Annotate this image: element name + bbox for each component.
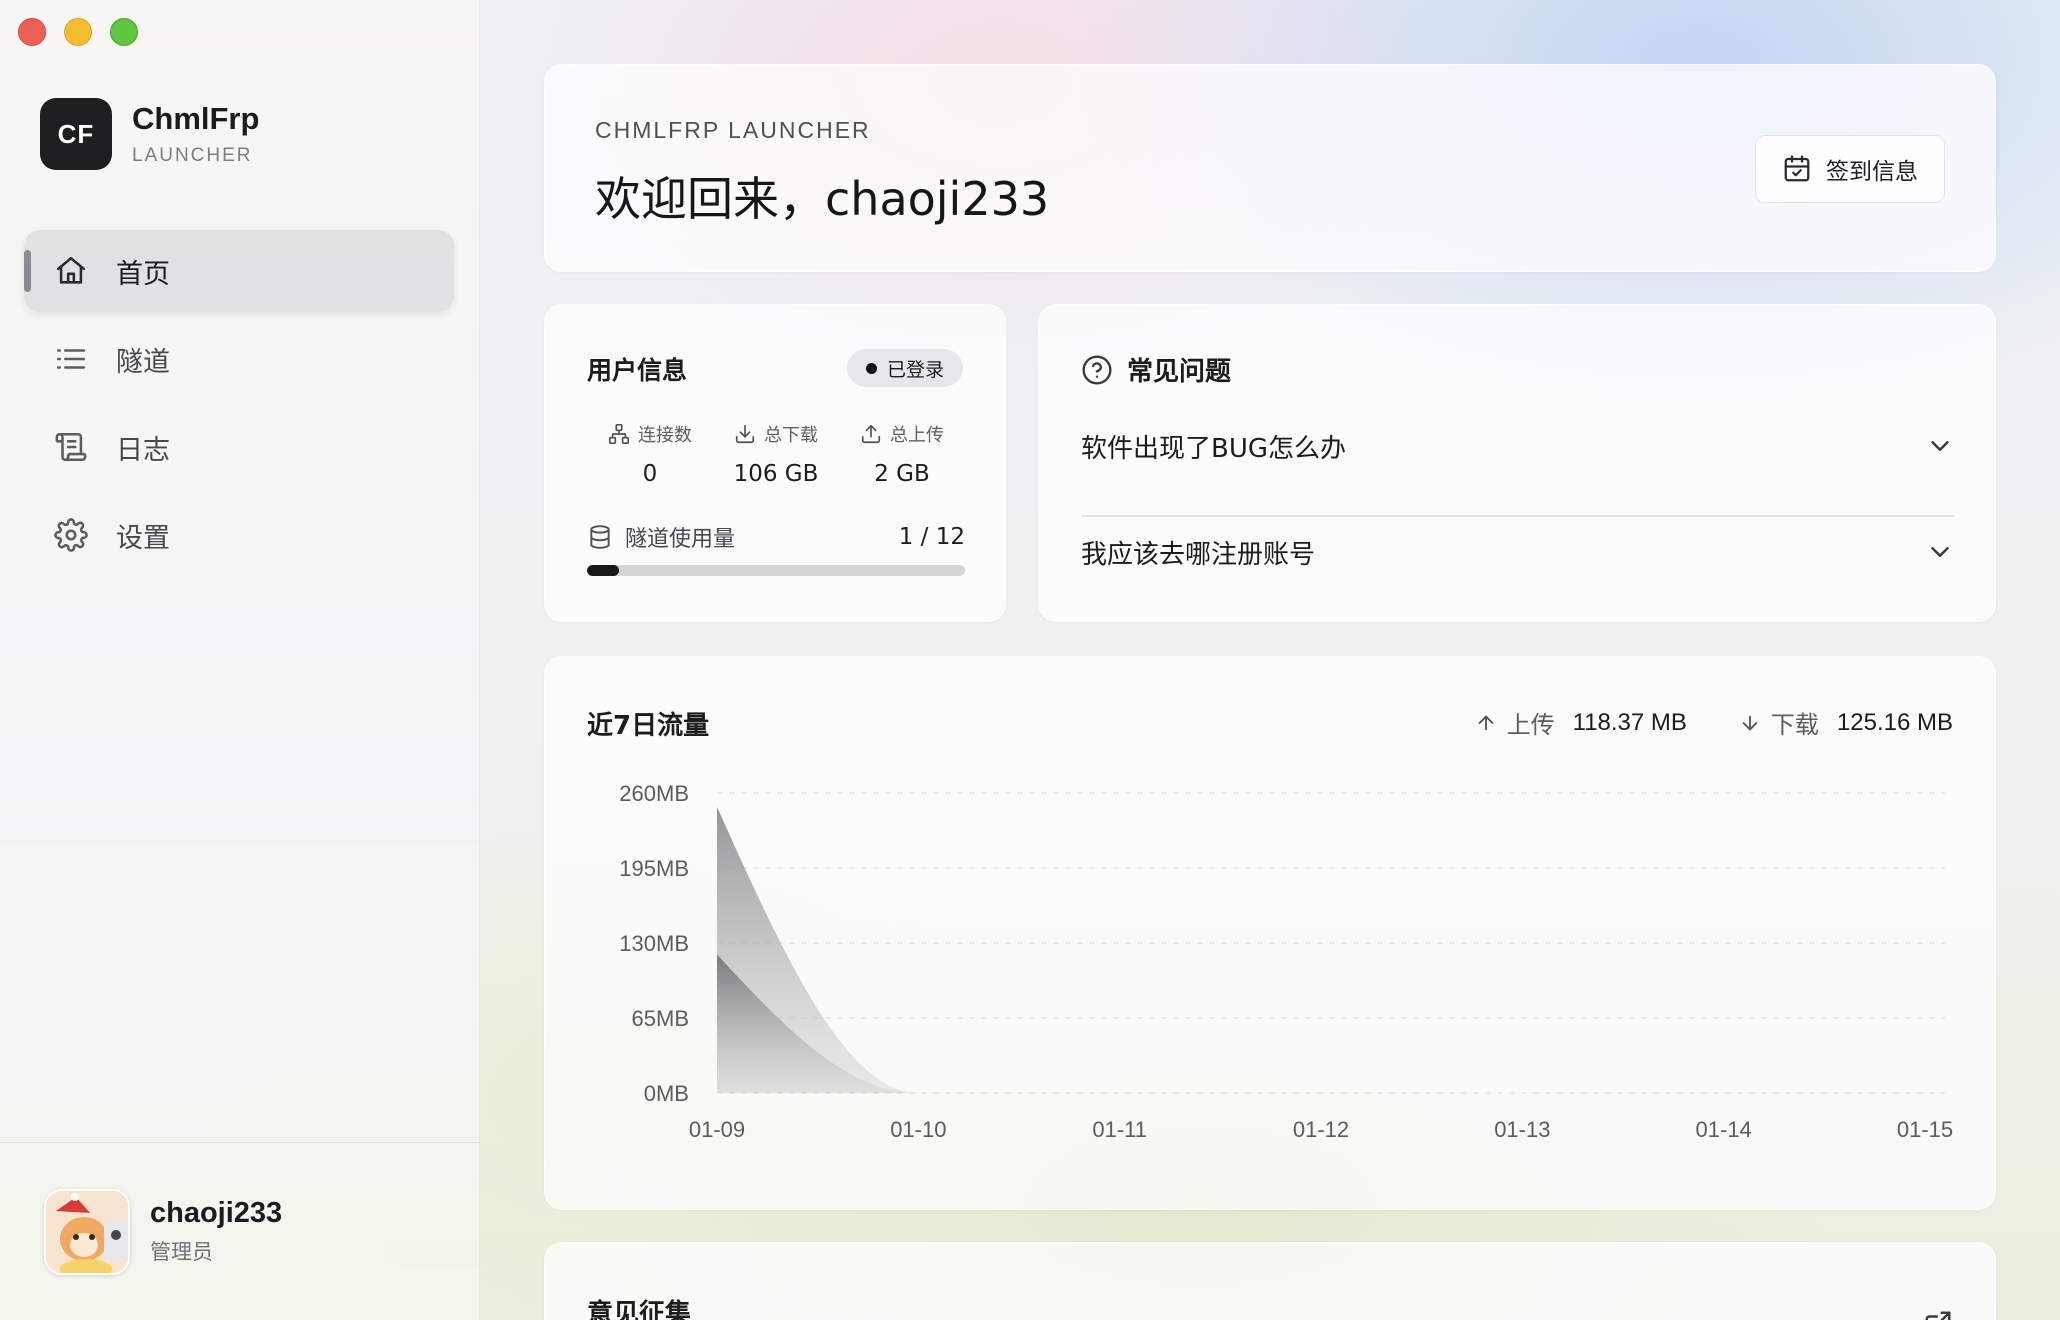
- scroll-icon: [55, 432, 87, 462]
- x-tick-label: 01-11: [1092, 1117, 1147, 1142]
- tunnel-usage: 隧道使用量 1 / 12: [587, 521, 965, 553]
- stat-value: 0: [642, 461, 658, 487]
- faq-question: 软件出现了BUG怎么办: [1081, 433, 1347, 464]
- feedback-title: 意见征集: [587, 1299, 692, 1320]
- user-role: 管理员: [150, 1240, 213, 1264]
- tunnel-usage-value: 1 / 12: [898, 524, 965, 550]
- avatar-image: [46, 1190, 128, 1273]
- calendar-check-icon: [1784, 155, 1810, 182]
- upload-label: 上传: [1506, 711, 1555, 739]
- minimize-window-button[interactable]: [64, 18, 92, 46]
- traffic-area-series-0: [717, 806, 1925, 1093]
- gear-icon: [54, 518, 88, 552]
- sidebar-item-label: 首页: [116, 258, 170, 290]
- stat-connections: 连接数 0: [587, 421, 713, 487]
- x-tick-label: 01-10: [890, 1117, 946, 1142]
- avatar: [44, 1188, 130, 1275]
- y-tick-label: 195MB: [619, 856, 689, 881]
- x-tick-label: 01-14: [1696, 1117, 1752, 1142]
- faq-question: 我应该去哪注册账号: [1081, 539, 1316, 570]
- page-title: 欢迎回来，chaoji233: [595, 172, 1050, 226]
- traffic-card: 近7日流量 上传 118.37 MB 下载 125.16 MB 0MB 65MB…: [544, 656, 1996, 1210]
- network-icon: [609, 424, 629, 444]
- zoom-window-button[interactable]: [110, 18, 138, 46]
- arrow-down-icon: [1742, 715, 1758, 730]
- home-icon: [56, 256, 86, 284]
- faq-title-text: 常见问题: [1127, 357, 1232, 387]
- upload-total: 上传 118.37 MB: [1475, 705, 1687, 740]
- window-controls: [18, 18, 138, 46]
- traffic-title: 近7日流量: [587, 711, 710, 741]
- status-badge: 已登录: [847, 349, 963, 387]
- download-icon: [735, 424, 755, 444]
- stat-label: 总下载: [764, 425, 818, 446]
- x-tick-label: 01-09: [689, 1117, 745, 1142]
- upload-value: 118.37 MB: [1572, 708, 1687, 736]
- brand: CF ChmlFrp LAUNCHER: [40, 98, 259, 170]
- close-window-button[interactable]: [18, 18, 46, 46]
- tunnel-usage-progress: [587, 565, 965, 576]
- x-tick-label: 01-12: [1293, 1117, 1349, 1142]
- tunnel-usage-progress-fill: [587, 565, 619, 576]
- y-tick-label: 260MB: [619, 781, 689, 806]
- traffic-chart: 0MB 65MB 130MB 195MB 260MB 01-09 01-10 01-11 01-…: [619, 781, 1953, 1142]
- sidebar-item-tunnels[interactable]: 隧道: [24, 318, 454, 400]
- chevron-down-icon: [1931, 547, 1949, 557]
- checkin-info-button[interactable]: 签到信息: [1755, 135, 1945, 203]
- database-icon: [590, 525, 610, 549]
- sidebar-item-label: 日志: [116, 434, 170, 466]
- stat-value: 106 GB: [733, 461, 819, 487]
- y-tick-label: 130MB: [619, 931, 689, 956]
- user-stats: 连接数 0 总下载 106 GB 总上传 2 GB: [587, 421, 965, 487]
- traffic-area-series-1: [717, 954, 1925, 1093]
- y-tick-label: 0MB: [644, 1081, 689, 1106]
- sidebar-item-label: 隧道: [116, 346, 170, 378]
- download-total: 下载 125.16 MB: [1739, 705, 1953, 740]
- app-window: CF ChmlFrp LAUNCHER 首页 隧道 日志 设置 chaoji23…: [0, 0, 2060, 1320]
- stat-value: 2 GB: [874, 461, 930, 487]
- status-text: 已登录: [886, 358, 944, 381]
- sidebar-nav: 首页 隧道 日志 设置: [24, 230, 454, 582]
- brand-name: ChmlFrp: [132, 101, 260, 136]
- download-value: 125.16 MB: [1836, 708, 1953, 736]
- stat-label: 连接数: [638, 425, 692, 446]
- brand-logo: CF: [40, 98, 112, 170]
- x-tick-label: 01-15: [1897, 1117, 1953, 1142]
- traffic-totals: 上传 118.37 MB 下载 125.16 MB: [1475, 705, 1953, 740]
- stat-label: 总上传: [890, 425, 944, 446]
- user-info-title: 用户信息: [587, 356, 688, 385]
- stat-total-upload: 总上传 2 GB: [839, 421, 965, 487]
- status-dot: [865, 362, 877, 374]
- download-label: 下载: [1770, 711, 1819, 739]
- user-info-card: 用户信息 已登录 连接数 0 总下载 106 GB 总上传 2 GB 隧道使用量…: [544, 304, 1006, 622]
- sidebar-item-settings[interactable]: 设置: [24, 494, 454, 576]
- brand-subtitle: LAUNCHER: [132, 145, 253, 166]
- current-user[interactable]: chaoji233 管理员: [0, 1142, 480, 1320]
- sidebar-item-home[interactable]: 首页: [24, 230, 454, 312]
- arrow-up-icon: [1478, 715, 1493, 730]
- welcome-card: CHMLFRP LAUNCHER 欢迎回来，chaoji233 签到信息: [544, 64, 1996, 272]
- feedback-card: 意见征集: [544, 1242, 1996, 1320]
- list-icon: [56, 349, 86, 369]
- sidebar-item-label: 设置: [116, 522, 170, 554]
- tunnel-usage-label: 隧道使用量: [625, 527, 736, 552]
- y-tick-label: 65MB: [632, 1006, 689, 1031]
- welcome-eyebrow: CHMLFRP LAUNCHER: [595, 117, 871, 143]
- faq-item[interactable]: 我应该去哪注册账号: [1081, 499, 1955, 605]
- stat-total-download: 总下载 106 GB: [713, 421, 839, 487]
- sidebar-item-logs[interactable]: 日志: [24, 406, 454, 488]
- sidebar: CF ChmlFrp LAUNCHER 首页 隧道 日志 设置 chaoji23…: [0, 0, 480, 1320]
- x-tick-label: 01-13: [1494, 1117, 1550, 1142]
- user-name: chaoji233: [150, 1197, 283, 1229]
- upload-icon: [861, 424, 881, 444]
- checkin-info-label: 签到信息: [1826, 159, 1918, 185]
- help-circle-icon: [1082, 354, 1112, 385]
- faq-card: 常见问题 软件出现了BUG怎么办 我应该去哪注册账号: [1038, 304, 1996, 622]
- chevron-down-icon: [1931, 441, 1949, 451]
- external-link-icon[interactable]: [1923, 1309, 1953, 1320]
- faq-title: 常见问题: [1081, 351, 1231, 388]
- faq-item[interactable]: 软件出现了BUG怎么办: [1081, 393, 1955, 499]
